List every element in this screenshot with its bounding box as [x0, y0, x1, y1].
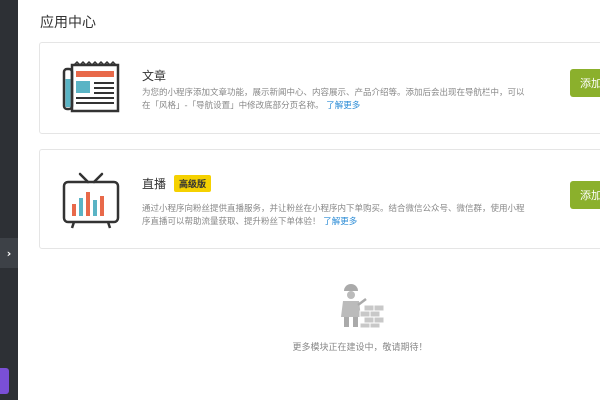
- card-title-text: 文章: [142, 69, 167, 83]
- learn-more-link[interactable]: 了解更多: [323, 217, 357, 227]
- learn-more-link[interactable]: 了解更多: [326, 101, 360, 111]
- card-title: 文章: [142, 67, 166, 84]
- tv-chart-icon: [62, 172, 120, 229]
- premium-badge: 高级版: [174, 175, 212, 192]
- card-description: 为您的小程序添加文章功能，展示新闻中心、内容展示、产品介绍等。添加后会出现在导航…: [142, 87, 532, 113]
- add-live-button[interactable]: 添加: [570, 181, 600, 209]
- construction-worker-icon: [341, 284, 385, 329]
- card-title-text: 直播: [142, 177, 167, 191]
- app-card-article: 文章 为您的小程序添加文章功能，展示新闻中心、内容展示、产品介绍等。添加后会出现…: [39, 42, 600, 134]
- chevron-right-icon: ›: [6, 246, 12, 260]
- sidebar-action-button[interactable]: [0, 368, 9, 394]
- construction-message: 更多模块正在建设中，敬请期待！: [292, 343, 428, 353]
- app-card-live: 直播 高级版 通过小程序向粉丝提供直播服务，并让粉丝在小程序内下单购买。结合微信…: [39, 149, 600, 249]
- add-article-button[interactable]: 添加: [570, 69, 600, 97]
- newspaper-icon: [62, 60, 120, 113]
- card-description: 通过小程序向粉丝提供直播服务，并让粉丝在小程序内下单购买。结合微信公众号、微信群…: [142, 203, 532, 229]
- page-title: 应用中心: [40, 15, 96, 31]
- sidebar-toggle-button[interactable]: ›: [0, 238, 18, 268]
- card-title: 直播 高级版: [142, 175, 212, 192]
